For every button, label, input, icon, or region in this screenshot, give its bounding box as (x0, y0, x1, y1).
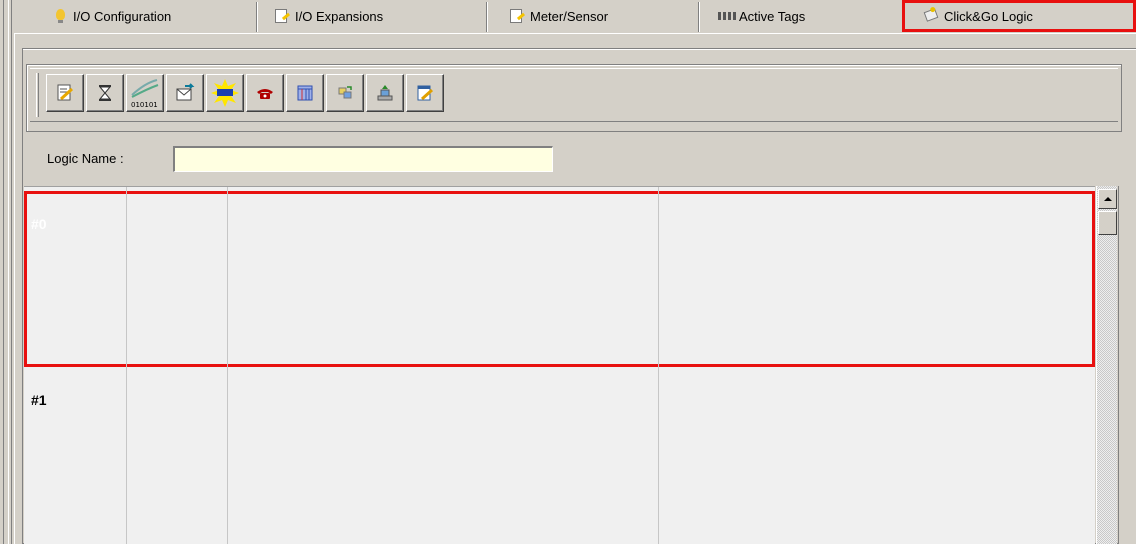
column-divider (227, 187, 228, 544)
tab-io-configuration[interactable]: I/O Configuration (52, 0, 171, 32)
tab-io-expansions[interactable]: I/O Expansions (274, 0, 383, 32)
scroll-thumb[interactable] (1098, 211, 1117, 235)
tab-active-tags[interactable]: Active Tags (718, 0, 805, 32)
tab-label: I/O Expansions (295, 8, 384, 24)
tab-label: Click&Go Logic (944, 8, 1033, 24)
edit-form-button[interactable] (406, 74, 444, 112)
edit-document-icon (274, 8, 290, 24)
click-and-go-logic-window: I/O Configuration I/O Expansions Meter/S… (0, 0, 1136, 544)
binary-signal-button[interactable]: 010101 (126, 74, 164, 112)
tab-label: I/O Configuration (73, 8, 172, 24)
send-message-button[interactable] (166, 74, 204, 112)
edit-logic-button[interactable] (46, 74, 84, 112)
highlight-event-button[interactable] (206, 74, 244, 112)
edit-logic-icon (55, 83, 75, 103)
lightbulb-icon (52, 8, 68, 24)
table-icon (295, 83, 315, 103)
tab-click-go-logic[interactable]: Click&Go Logic (902, 0, 1136, 32)
edit-document-icon (509, 8, 525, 24)
telephone-icon (255, 83, 275, 103)
timer-hourglass-icon (95, 83, 115, 103)
send-message-icon (175, 83, 195, 103)
transfer-icon (335, 83, 355, 103)
scroll-up-button[interactable] (1098, 189, 1117, 209)
binary-signal-icon: 010101 (129, 77, 161, 109)
column-divider (126, 187, 127, 544)
rule-number: #0 (31, 216, 47, 232)
timer-button[interactable] (86, 74, 124, 112)
table-button[interactable] (286, 74, 324, 112)
transfer-button[interactable] (326, 74, 364, 112)
rule-number: #1 (31, 392, 47, 408)
vertical-scrollbar[interactable] (1096, 186, 1117, 544)
toolbar: 010101 (30, 68, 1118, 122)
rule-row-1[interactable]: #1 (24, 367, 1095, 544)
upload-icon (375, 83, 395, 103)
tab-label: Meter/Sensor (530, 8, 609, 24)
rule-row-0[interactable]: #0 (24, 191, 1095, 367)
window-right-border (1118, 186, 1136, 544)
toolbar-grip[interactable] (36, 73, 39, 117)
logic-name-input[interactable] (173, 146, 553, 172)
logic-icon (923, 8, 939, 24)
telephone-button[interactable] (246, 74, 284, 112)
edit-form-icon (415, 83, 435, 103)
tab-meter-sensor[interactable]: Meter/Sensor (509, 0, 608, 32)
tags-icon (718, 8, 736, 24)
tab-label: Active Tags (739, 8, 806, 24)
highlight-event-icon (210, 78, 240, 108)
upload-button[interactable] (366, 74, 404, 112)
column-divider (658, 187, 659, 544)
logic-name-label: Logic Name : (47, 151, 124, 166)
logic-rule-grid[interactable]: #0 #1 (24, 186, 1095, 544)
binary-label: 010101 (131, 101, 158, 109)
window-left-border (0, 0, 12, 544)
